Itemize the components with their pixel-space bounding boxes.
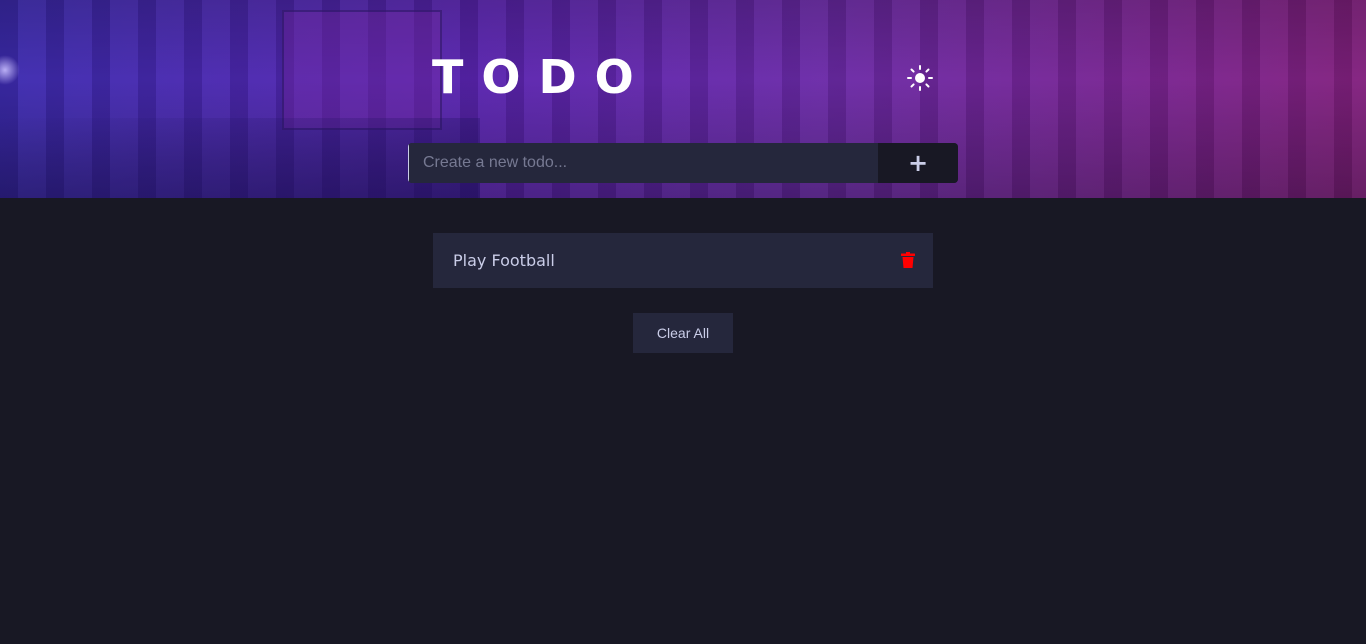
app-title: TODO (432, 50, 652, 104)
todo-item-text: Play Football (453, 251, 555, 270)
add-todo-button[interactable]: + (878, 143, 958, 183)
theme-toggle-button[interactable] (906, 64, 934, 92)
sun-icon (907, 65, 933, 91)
banner-doorway-decoration (282, 10, 442, 130)
clear-all-button[interactable]: Clear All (633, 313, 733, 353)
plus-icon: + (907, 149, 929, 177)
todo-item: Play Football (433, 233, 933, 288)
new-todo-input[interactable] (408, 143, 878, 183)
trash-icon[interactable] (901, 252, 915, 268)
new-todo-form: + (408, 143, 958, 183)
